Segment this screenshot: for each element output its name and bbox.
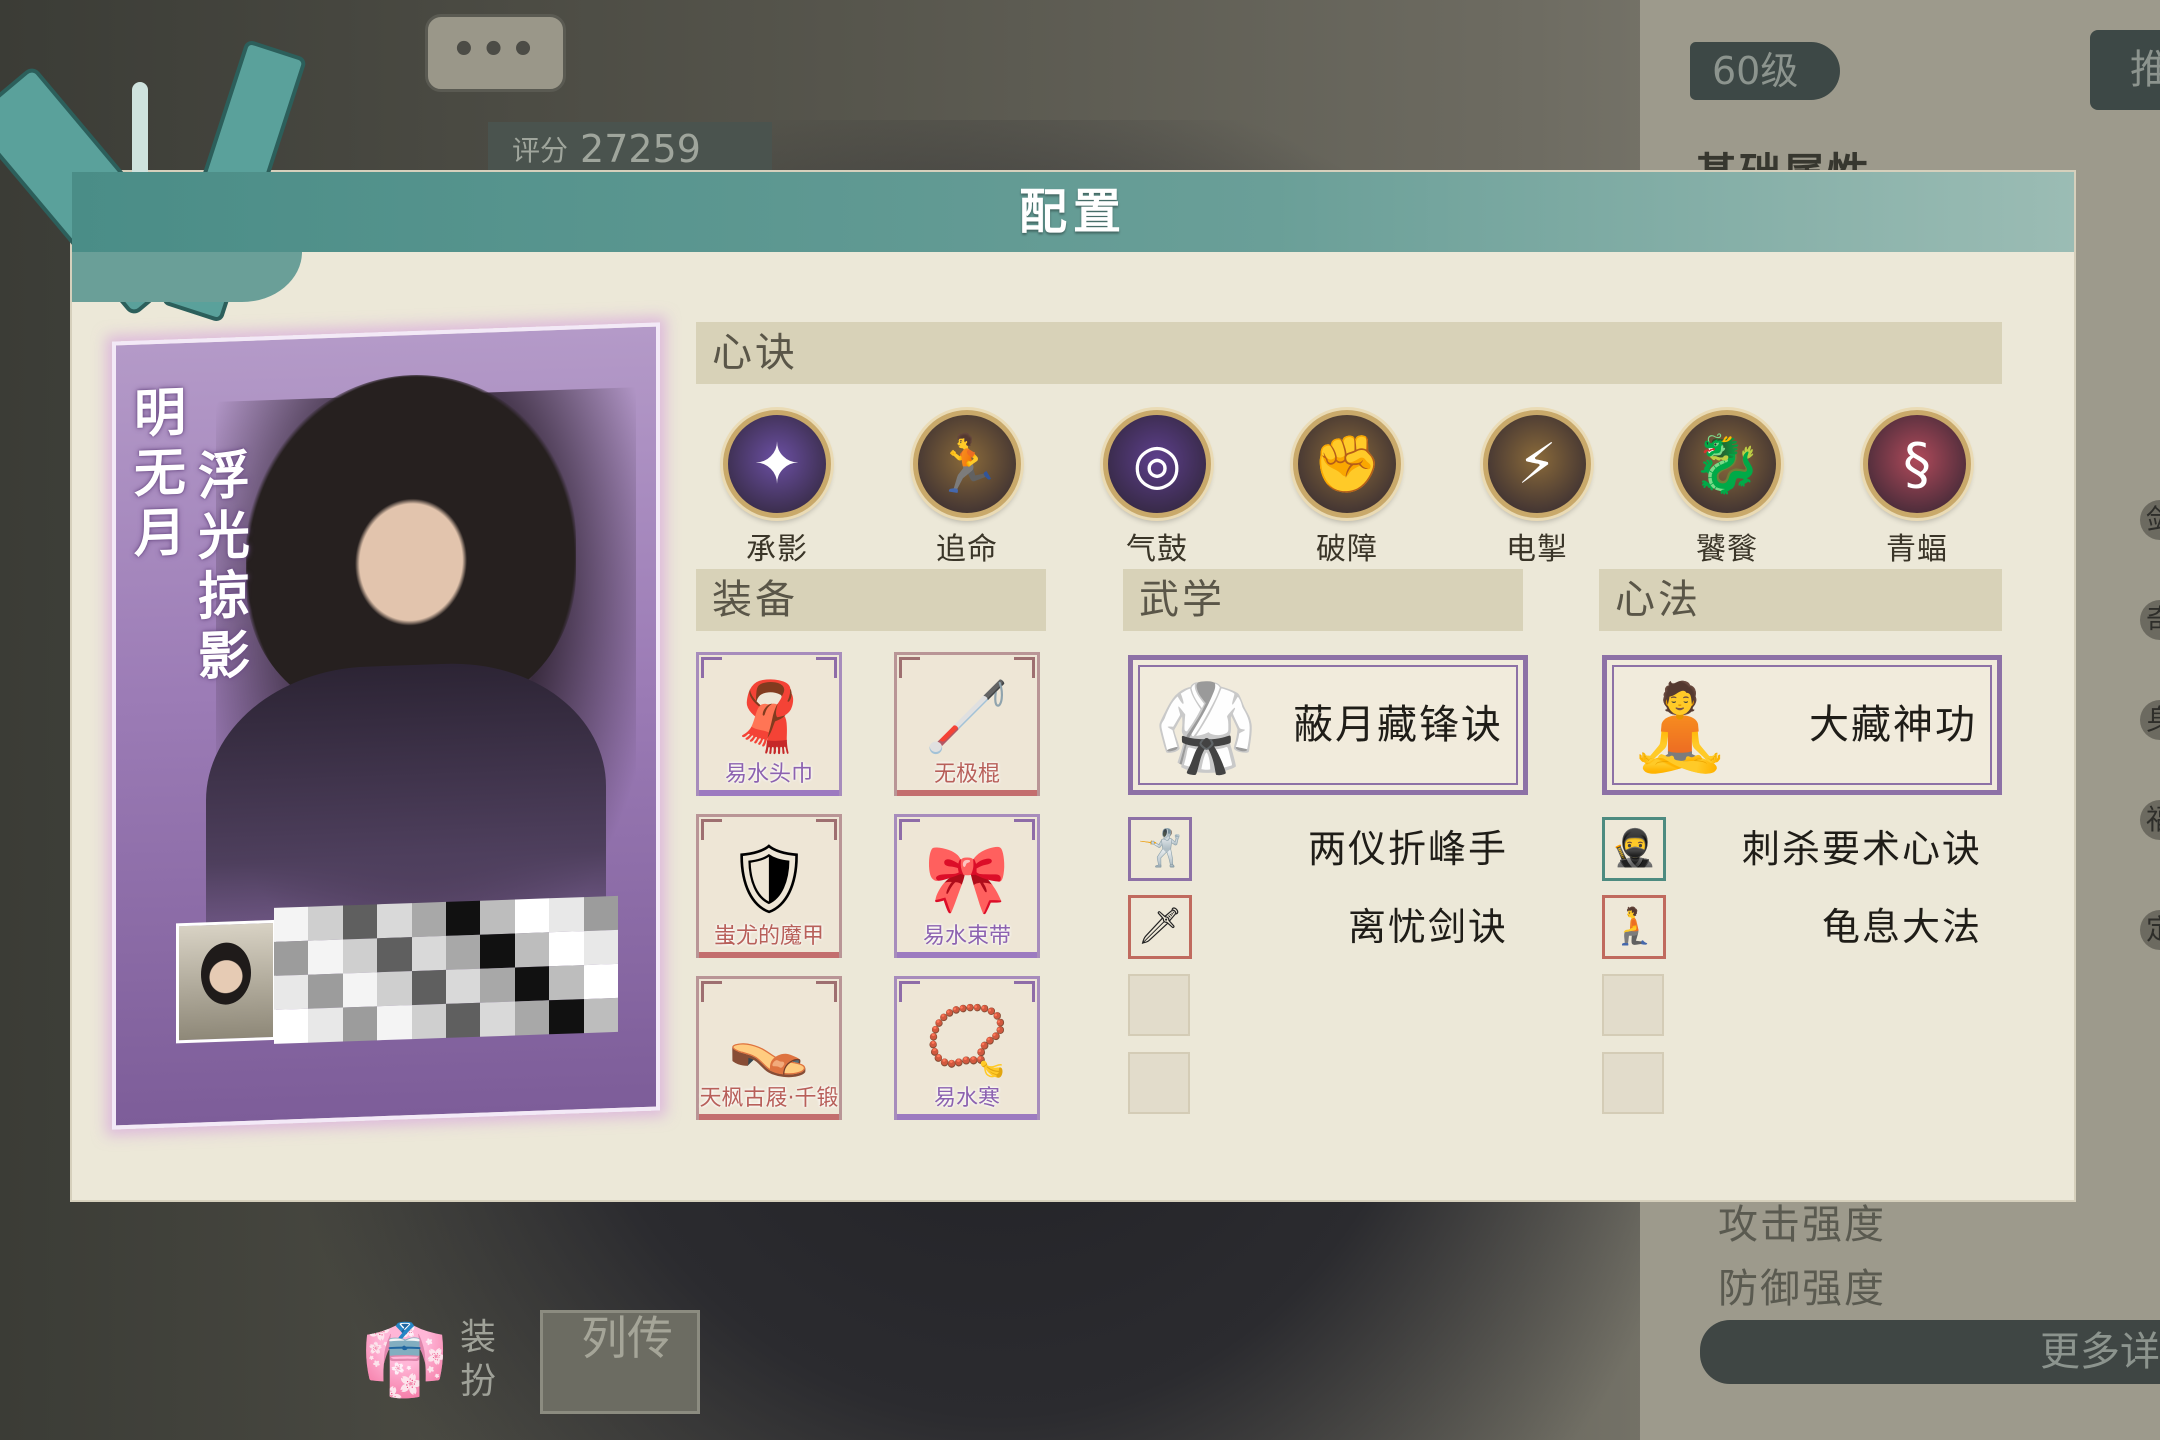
score-label: 评分	[512, 134, 569, 167]
xinfa-main-name: 大藏神功	[1809, 702, 1977, 748]
header-curve-decoration	[72, 252, 302, 302]
golden-lightning-icon: ⚡	[1483, 410, 1591, 518]
score-badge: 评分 27259	[488, 122, 772, 176]
xinjue-skill-name: 饕餮	[1696, 532, 1758, 567]
golden-beast-icon: 🐉	[1673, 410, 1781, 518]
martial-main-name: 蔽月藏锋诀	[1293, 702, 1503, 748]
equipment-name: 易水束带	[922, 924, 1011, 949]
character-title: 浮光掠影	[197, 445, 250, 688]
equipment-slot[interactable]: 🦯 无极棍	[894, 652, 1040, 796]
xinjue-skill-name: 电掣	[1506, 532, 1568, 567]
martial-main-slot[interactable]: 🥋 蔽月藏锋诀	[1128, 655, 1528, 795]
golden-runner-icon: 🏃	[913, 410, 1021, 518]
section-martial-header: 武学	[1123, 569, 1523, 631]
equipment-slot[interactable]: 📿 易水寒	[894, 976, 1040, 1120]
sword-figure-icon: 🗡	[1128, 895, 1192, 959]
biography-button[interactable]: 列传	[540, 1310, 700, 1414]
xinjue-skill[interactable]: ✊ 破障	[1282, 410, 1412, 568]
martial-sub-slot-1[interactable]: 🤺 两仪折峰手	[1128, 817, 1528, 881]
level-side-button[interactable]: 推	[2090, 30, 2160, 110]
more-details-button[interactable]: 更多详	[1700, 1320, 2160, 1384]
xinjue-skill-name: 青蝠	[1886, 532, 1948, 567]
xinfa-sub-slot-1[interactable]: 🥷 刺杀要术心诀	[1602, 817, 2002, 881]
equipment-name: 蚩尤的魔甲	[713, 924, 824, 949]
dress-up-label: 装扮	[460, 1317, 497, 1402]
equipment-name: 易水寒	[933, 1086, 1000, 1111]
config-modal: 配置 明无月 浮光掠影 心诀 ✦ 承影 🏃 追命 ◎ 气鼓 ✊ 破障 ⚡ 电掣 🐉 饕餮 § 青蝠 装备 …	[0, 38, 2074, 1200]
level-badge: 60级	[1690, 42, 1840, 100]
xinjue-skill-name: 破障	[1316, 532, 1378, 567]
martial-empty-slot[interactable]	[1128, 974, 1190, 1036]
bracelet-icon: 📿	[924, 1002, 1010, 1081]
character-name: 明无月	[133, 382, 186, 565]
modal-title: 配置	[1018, 184, 1127, 240]
player-avatar	[176, 919, 276, 1044]
clogs-icon: 👡	[726, 1002, 812, 1081]
red-swirl-icon: §	[1863, 410, 1971, 518]
armor-icon: 🛡	[725, 840, 813, 919]
xinjue-skill-name: 承影	[746, 532, 808, 567]
equipment-slot[interactable]: 🧣 易水头巾	[696, 652, 842, 796]
xinfa-sub-name: 龟息大法	[1821, 905, 1982, 949]
section-xinfa-header: 心法	[1599, 569, 2002, 631]
score-value: 27259	[580, 127, 701, 171]
chat-bubble-button[interactable]: •••	[425, 14, 566, 92]
xinfa-empty-slot[interactable]	[1602, 1052, 1664, 1114]
xinfa-empty-slot[interactable]	[1602, 974, 1664, 1036]
xinjue-skill[interactable]: § 青蝠	[1852, 410, 1982, 568]
equipment-slot[interactable]: 🛡 蚩尤的魔甲	[696, 814, 842, 958]
dress-up-button[interactable]: 👘 装扮	[360, 1315, 500, 1405]
assassin-figure-icon: 🥷	[1602, 817, 1666, 881]
kick-figure-icon: 🤺	[1128, 817, 1192, 881]
stat-attack: 攻击强度	[1718, 1202, 1886, 1248]
purple-light-burst-icon: ✦	[723, 410, 831, 518]
xinfa-main-slot[interactable]: 🧘 大藏神功	[1602, 655, 2002, 795]
martial-empty-slot[interactable]	[1128, 1052, 1190, 1114]
meditating-monk-icon: 🧎	[1602, 895, 1666, 959]
equipment-name: 易水头巾	[724, 762, 813, 787]
purple-vortex-icon: ◎	[1103, 410, 1211, 518]
equipment-name: 天枫古屐·千锻	[699, 1086, 839, 1111]
martial-sub-name: 离忧剑诀	[1347, 905, 1508, 949]
section-equipment-header: 装备	[696, 569, 1046, 631]
xinjue-skill-name: 追命	[936, 532, 998, 567]
redacted-player-name	[274, 895, 618, 1044]
stat-defense: 防御强度	[1718, 1266, 1886, 1312]
martial-sub-slot-2[interactable]: 🗡 离忧剑诀	[1128, 895, 1528, 959]
equipment-slot[interactable]: 👡 天枫古屐·千锻	[696, 976, 842, 1120]
meditation-figure-icon: 🧘	[1627, 678, 1733, 776]
section-xinjue-header: 心诀	[696, 322, 2002, 384]
xinjue-skill[interactable]: 🐉 饕餮	[1662, 410, 1792, 568]
belt-icon: 🎀	[924, 840, 1010, 919]
headscarf-icon: 🧣	[726, 678, 812, 757]
martial-figure-icon: 🥋	[1153, 678, 1259, 776]
martial-sub-name: 两仪折峰手	[1307, 827, 1508, 871]
shirt-icon: 👘	[361, 1319, 449, 1401]
xinjue-skill[interactable]: ◎ 气鼓	[1092, 410, 1222, 568]
xinfa-sub-slot-2[interactable]: 🧎 龟息大法	[1602, 895, 2002, 959]
xinjue-skill[interactable]: ✦ 承影	[712, 410, 842, 568]
staff-icon: 🦯	[924, 678, 1010, 757]
golden-fist-icon: ✊	[1293, 410, 1401, 518]
xinjue-skill[interactable]: 🏃 追命	[902, 410, 1032, 568]
xinjue-skill-name: 气鼓	[1126, 532, 1188, 567]
equipment-name: 无极棍	[933, 762, 1000, 787]
xinjue-skill[interactable]: ⚡ 电掣	[1472, 410, 1602, 568]
character-card: 明无月 浮光掠影	[112, 322, 660, 1130]
equipment-slot[interactable]: 🎀 易水束带	[894, 814, 1040, 958]
xinfa-sub-name: 刺杀要术心诀	[1741, 827, 1982, 871]
